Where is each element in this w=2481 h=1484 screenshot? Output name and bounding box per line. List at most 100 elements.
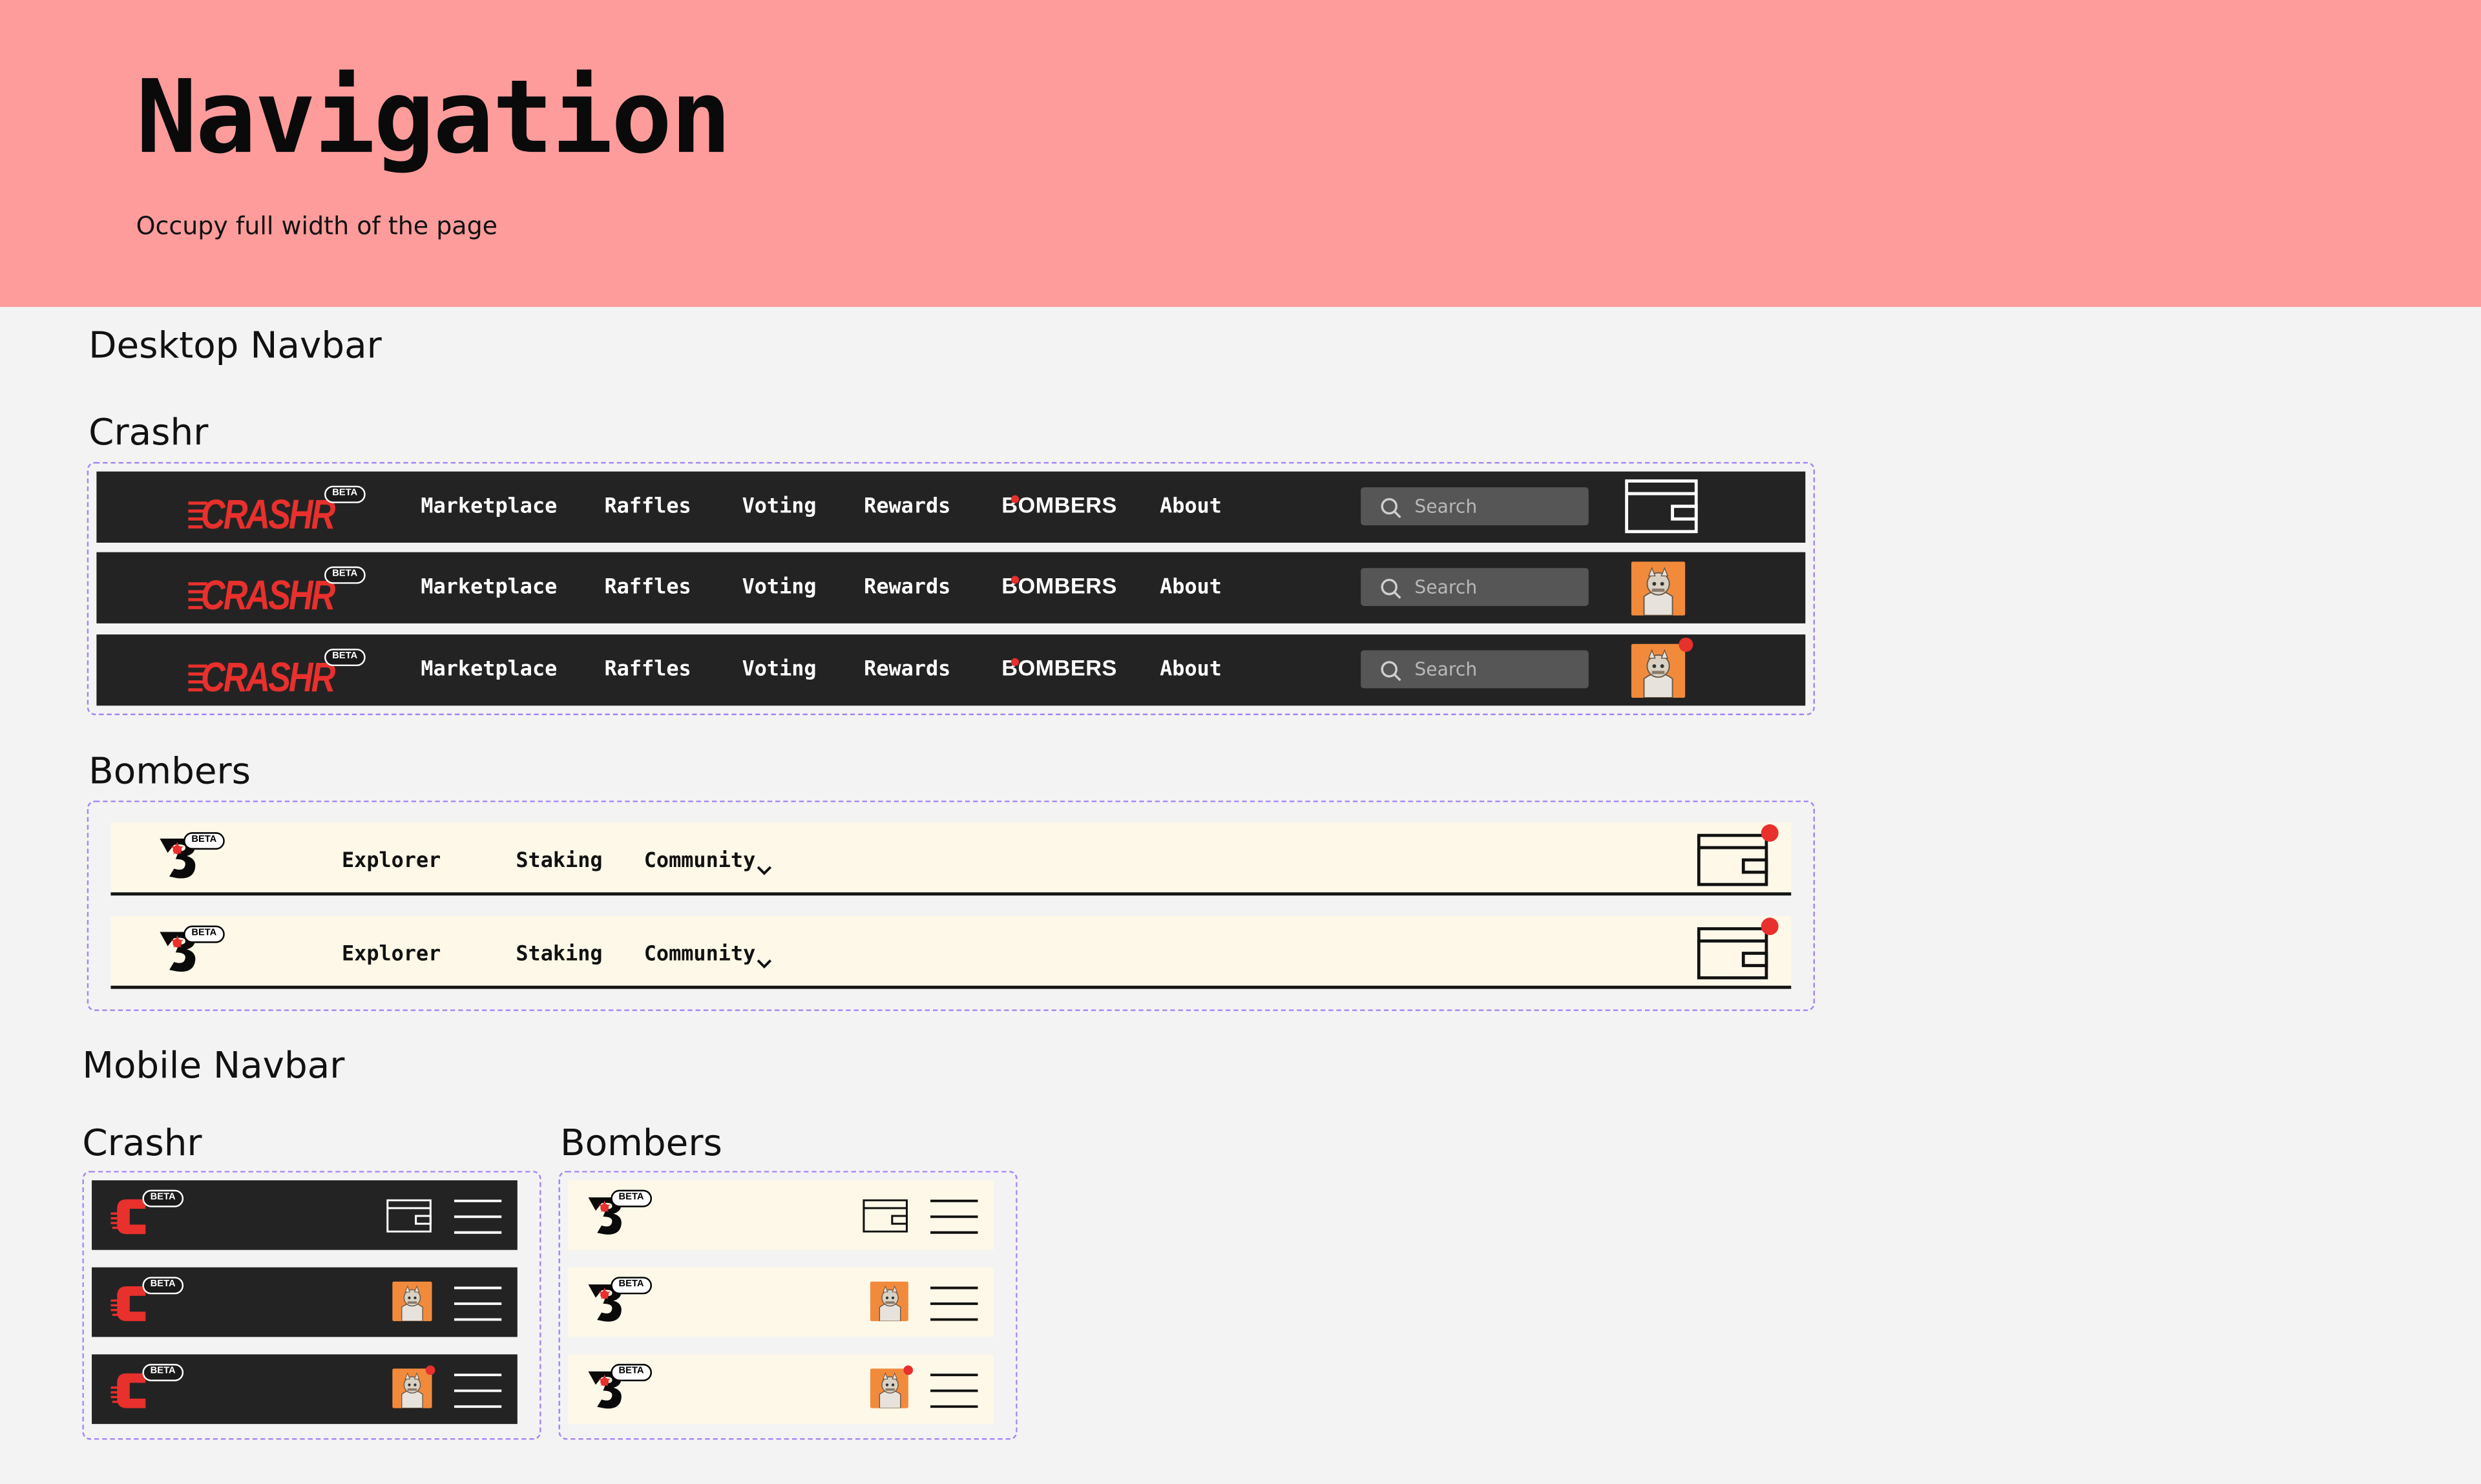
nav-link-bombers[interactable]: BOMBERS (1001, 472, 1116, 543)
avatar[interactable] (870, 1281, 908, 1321)
avatar-icon (870, 1281, 908, 1321)
beta-badge: BETA (611, 1277, 652, 1295)
nav-link-raffles[interactable]: Raffles (605, 658, 691, 682)
avatar[interactable] (1631, 561, 1686, 616)
chevron-down-icon[interactable] (757, 946, 772, 977)
menu-button[interactable] (930, 1285, 978, 1330)
wallet-button[interactable] (1693, 927, 1772, 986)
bombers-wordmark: BOMBERS (1001, 654, 1117, 681)
group-bombers-mobile-title: Bombers (560, 1123, 722, 1165)
group-crashr-title: Crashr (89, 413, 209, 454)
crashr-brand-text: CRASHR (201, 490, 335, 538)
nav-link-rewards[interactable]: Rewards (864, 496, 950, 519)
nav-link-staking[interactable]: Staking (516, 850, 602, 873)
nav-link-about[interactable]: About (1160, 658, 1222, 682)
beta-badge: BETA (142, 1189, 183, 1207)
bombers-wordmark: BOMBERS (1001, 492, 1117, 517)
search-icon (1381, 661, 1401, 682)
beta-badge: BETA (324, 649, 366, 667)
crashr-logo[interactable]: CRASHR BETA (188, 483, 366, 538)
nav-link-about[interactable]: About (1160, 576, 1222, 600)
nav-link-community[interactable]: Community (644, 850, 756, 873)
search-placeholder: Search (1414, 658, 1478, 681)
nav-link-voting[interactable]: Voting (742, 658, 817, 682)
avatar[interactable] (870, 1368, 908, 1408)
hamburger-icon (930, 1374, 978, 1408)
crashr-logo[interactable]: CRASHR BETA (188, 645, 366, 701)
hamburger-icon (930, 1286, 978, 1321)
section-mobile-title: Mobile Navbar (82, 1045, 345, 1087)
nav-link-rewards[interactable]: Rewards (864, 576, 950, 600)
crashr-desktop-navbar: CRASHR BETA Marketplace Raffles Voting Rewa… (96, 471, 1806, 543)
nav-link-raffles[interactable]: Raffles (605, 576, 691, 600)
search-input[interactable]: Search (1361, 487, 1589, 526)
beta-badge: BETA (611, 1364, 652, 1381)
nav-link-community[interactable]: Community (644, 943, 756, 967)
nav-link-staking[interactable]: Staking (516, 943, 602, 967)
search-icon (1380, 496, 1402, 519)
wallet-button[interactable] (1693, 833, 1772, 893)
wallet-button[interactable] (1625, 479, 1698, 539)
wallet-icon (1625, 479, 1698, 534)
nav-link-marketplace[interactable]: Marketplace (421, 576, 557, 600)
search-placeholder: Search (1414, 495, 1478, 517)
nav-link-bombers[interactable]: BOMBERS (1001, 634, 1116, 705)
chevron-down-icon[interactable] (757, 853, 772, 883)
avatar-icon (392, 1368, 432, 1408)
nav-link-bombers[interactable]: BOMBERS (1001, 552, 1116, 623)
menu-button[interactable] (454, 1285, 502, 1330)
nav-link-marketplace[interactable]: Marketplace (421, 658, 557, 682)
menu-button[interactable] (930, 1372, 978, 1416)
beta-badge: BETA (611, 1189, 652, 1207)
nav-link-raffles[interactable]: Raffles (605, 496, 691, 519)
avatar-icon (1631, 561, 1686, 616)
nav-link-marketplace[interactable]: Marketplace (421, 496, 557, 519)
beta-badge: BETA (183, 832, 225, 850)
search-input[interactable]: Search (1361, 650, 1589, 689)
search-icon (1380, 658, 1402, 682)
wallet-icon (863, 1199, 908, 1233)
beta-badge: BETA (183, 925, 225, 943)
crashr-brand-text: CRASHR (201, 571, 335, 619)
avatar[interactable] (1631, 643, 1686, 698)
section-desktop-title: Desktop Navbar (89, 326, 382, 368)
wallet-button[interactable] (386, 1199, 432, 1238)
nav-link-voting[interactable]: Voting (742, 496, 817, 519)
page-header: Navigation Occupy full width of the page (0, 0, 2481, 308)
search-input[interactable]: Search (1361, 568, 1589, 606)
crashr-desktop-navbar: CRASHR BETA Marketplace Raffles Voting Rewa… (96, 634, 1806, 706)
group-crashr-mobile-title: Crashr (82, 1123, 202, 1165)
crashr-mobile-navbar: BETA (92, 1180, 518, 1250)
hamburger-icon (454, 1199, 502, 1234)
page-subtitle: Occupy full width of the page (136, 212, 498, 241)
wallet-button[interactable] (863, 1199, 908, 1238)
search-placeholder: Search (1414, 576, 1478, 598)
menu-button[interactable] (454, 1372, 502, 1416)
wallet-icon (1697, 927, 1768, 979)
avatar[interactable] (392, 1368, 432, 1408)
wallet-icon (1697, 833, 1768, 886)
bombers-wordmark: BOMBERS (1001, 572, 1117, 598)
nav-link-explorer[interactable]: Explorer (342, 850, 441, 873)
nav-link-about[interactable]: About (1160, 496, 1222, 519)
bombers-desktop-navbar: BETA Explorer Staking Community (110, 915, 1792, 989)
search-icon (1380, 576, 1402, 599)
notification-dot-icon (425, 1365, 435, 1375)
notification-dot-icon (1761, 917, 1779, 935)
search-icon (1381, 578, 1401, 599)
nav-link-explorer[interactable]: Explorer (342, 943, 441, 967)
menu-button[interactable] (930, 1198, 978, 1242)
hamburger-icon (454, 1374, 502, 1408)
avatar-icon (1631, 643, 1686, 698)
crashr-logo[interactable]: CRASHR BETA (188, 563, 366, 619)
notification-dot-icon (1761, 824, 1779, 842)
menu-button[interactable] (454, 1198, 502, 1242)
nav-link-rewards[interactable]: Rewards (864, 658, 950, 682)
hamburger-icon (930, 1199, 978, 1234)
hamburger-icon (454, 1286, 502, 1321)
wallet-icon (386, 1199, 432, 1233)
nav-link-voting[interactable]: Voting (742, 576, 817, 600)
group-bombers-title: Bombers (89, 751, 251, 793)
page-title: Navigation (136, 60, 732, 178)
avatar[interactable] (392, 1281, 432, 1321)
